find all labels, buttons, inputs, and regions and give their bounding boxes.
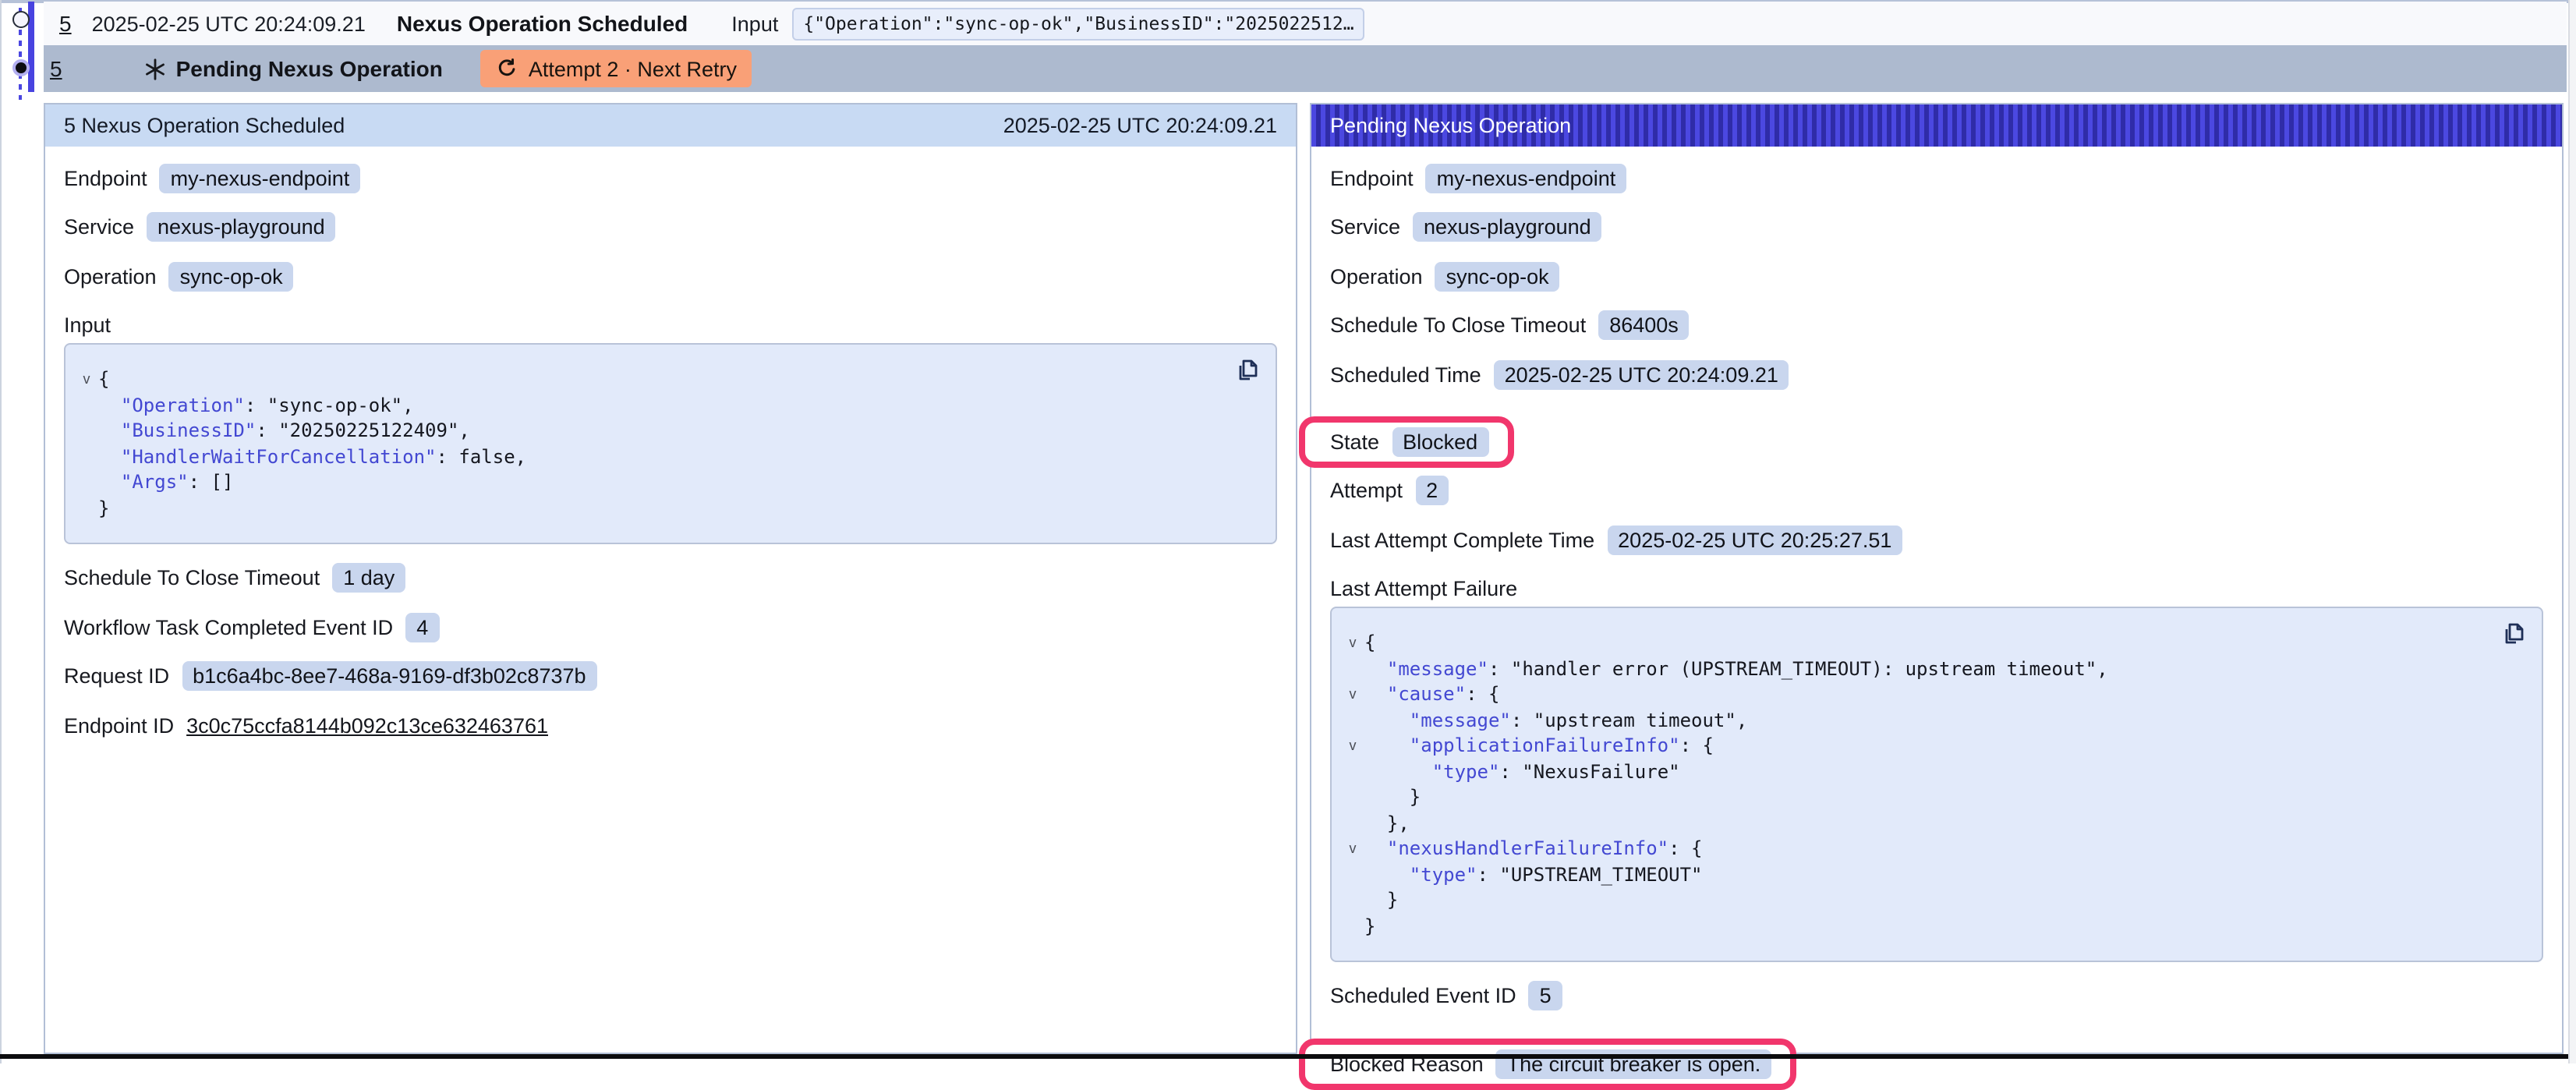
event-row-nexus-operation-scheduled[interactable]: 5 2025-02-25 UTC 20:24:09.21 Nexus Opera… (44, 2, 2567, 45)
field-operation: Operation sync-op-ok (64, 260, 1277, 292)
collapse-chevron-icon[interactable]: v (1341, 836, 1364, 862)
last-attempt-failure-label: Last Attempt Failure (1330, 572, 2543, 605)
endpoint-id-link[interactable]: 3c0c75ccfa8144b092c13ce632463761 (186, 713, 548, 737)
copy-icon[interactable] (2500, 621, 2526, 647)
field-value-chip: 2025-02-25 UTC 20:25:27.51 (1607, 525, 1902, 554)
left-panel-header: 5 Nexus Operation Scheduled 2025-02-25 U… (45, 104, 1296, 147)
field-service: Service nexus-playground (1330, 211, 2543, 243)
collapse-chevron-icon[interactable]: v (75, 366, 98, 392)
input-summary-label: Input (731, 12, 778, 35)
collapse-chevron-icon[interactable]: v (1341, 681, 1364, 707)
field-value-chip: 4 (405, 612, 439, 642)
field-value-chip: nexus-playground (147, 212, 336, 242)
field-scheduled-event-id: Scheduled Event ID 5 (1330, 979, 2543, 1012)
field-scheduled-time: Scheduled Time 2025-02-25 UTC 20:24:09.2… (1330, 358, 2543, 391)
field-request-id: Request ID b1c6a4bc-8ee7-468a-9169-df3b0… (64, 660, 1277, 692)
field-operation: Operation sync-op-ok (1330, 260, 2543, 292)
event-id-link[interactable]: 5 (50, 56, 62, 81)
event-row-pending-nexus-operation[interactable]: 5 Pending Nexus Operation Attempt 2 · Ne… (44, 45, 2567, 92)
field-endpoint-id: Endpoint ID 3c0c75ccfa8144b092c13ce63246… (64, 709, 1277, 741)
field-blocked-reason: Blocked Reason The circuit breaker is op… (1330, 1048, 1771, 1081)
blocked-reason-highlight-annotation: Blocked Reason The circuit breaker is op… (1299, 1039, 1796, 1090)
copy-icon[interactable] (1233, 357, 1260, 384)
scrollbar-track[interactable] (2568, 0, 2576, 1063)
field-value-chip: 5 (1529, 981, 1562, 1010)
input-summary-chip: {"Operation":"sync-op-ok","BusinessID":"… (792, 7, 1364, 40)
retry-badge-label: Attempt 2 · Next Retry (529, 57, 737, 80)
field-value-chip: sync-op-ok (169, 261, 294, 291)
event-timestamp: 2025-02-25 UTC 20:24:09.21 (92, 12, 366, 35)
field-value-chip: sync-op-ok (1435, 261, 1560, 291)
timeline-active-node-icon[interactable] (12, 59, 29, 76)
refresh-icon (496, 58, 518, 80)
collapse-chevron-icon[interactable]: v (1341, 630, 1364, 656)
event-title: Pending Nexus Operation (176, 56, 443, 81)
left-panel-title: 5 Nexus Operation Scheduled (64, 114, 345, 137)
field-schedule-to-close-timeout: Schedule To Close Timeout 1 day (64, 561, 1277, 594)
field-endpoint: Endpoint my-nexus-endpoint (1330, 161, 2543, 194)
state-highlight-annotation: State Blocked (1299, 416, 1513, 467)
field-state: State Blocked (1330, 425, 1488, 458)
field-workflow-task-completed-event-id: Workflow Task Completed Event ID 4 (64, 610, 1277, 643)
field-value-chip: 1 day (332, 563, 405, 593)
input-json-label: Input (64, 309, 1277, 342)
field-attempt: Attempt 2 (1330, 474, 2543, 507)
event-history-view: 5 2025-02-25 UTC 20:24:09.21 Nexus Opera… (0, 0, 2576, 1063)
field-value-chip: 86400s (1598, 310, 1690, 340)
field-value-chip: my-nexus-endpoint (1426, 163, 1627, 193)
field-endpoint: Endpoint my-nexus-endpoint (64, 161, 1277, 194)
scheduled-event-detail-panel: 5 Nexus Operation Scheduled 2025-02-25 U… (44, 103, 1297, 1054)
timeline-open-node-icon[interactable] (12, 11, 30, 28)
left-panel-timestamp: 2025-02-25 UTC 20:24:09.21 (1003, 114, 1277, 137)
field-schedule-to-close-timeout: Schedule To Close Timeout 86400s (1330, 309, 2543, 342)
field-value-chip: b1c6a4bc-8ee7-468a-9169-df3b02c8737b (182, 661, 596, 691)
bottom-divider (0, 1054, 2568, 1059)
field-value-chip: 2025-02-25 UTC 20:24:09.21 (1494, 359, 1789, 389)
retry-status-badge: Attempt 2 · Next Retry (480, 50, 752, 87)
asterisk-icon (143, 57, 167, 80)
right-panel-header: Pending Nexus Operation (1311, 104, 2562, 147)
pending-operation-detail-panel: Pending Nexus Operation Endpoint my-nexu… (1310, 103, 2564, 1054)
field-value-chip: 2 (1415, 476, 1449, 505)
event-id-link[interactable]: 5 (59, 11, 72, 36)
state-value-chip: Blocked (1392, 426, 1488, 456)
timeline-selected-bar (28, 2, 34, 92)
event-title: Nexus Operation Scheduled (397, 11, 688, 36)
field-service: Service nexus-playground (64, 211, 1277, 243)
field-last-attempt-complete-time: Last Attempt Complete Time 2025-02-25 UT… (1330, 523, 2543, 556)
collapse-chevron-icon[interactable]: v (1341, 733, 1364, 759)
field-value-chip: nexus-playground (1413, 212, 1602, 242)
right-panel-title: Pending Nexus Operation (1330, 114, 1571, 137)
input-json-block: v{ "Operation": "sync-op-ok", "BusinessI… (64, 343, 1277, 544)
last-attempt-failure-json-block: v{ "message": "handler error (UPSTREAM_T… (1330, 607, 2543, 962)
field-value-chip: my-nexus-endpoint (160, 163, 361, 193)
left-divider (0, 0, 2, 1063)
